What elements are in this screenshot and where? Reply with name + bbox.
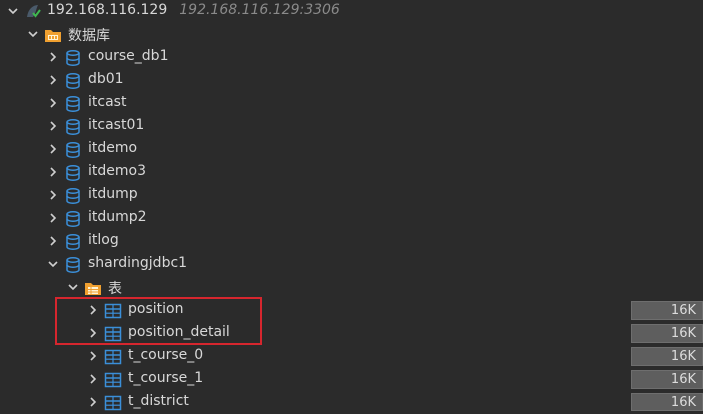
tables-folder-row[interactable]: 表 — [0, 276, 703, 299]
database-item[interactable]: itdemo3 — [0, 161, 703, 184]
table-item[interactable]: t_course_0 16K — [0, 345, 703, 368]
database-name: itcast01 — [88, 117, 145, 133]
database-icon — [64, 210, 82, 228]
table-item[interactable]: t_district 16K — [0, 391, 703, 414]
chevron-right-icon[interactable] — [48, 52, 58, 62]
database-icon — [64, 187, 82, 205]
chevron-right-icon[interactable] — [48, 98, 58, 108]
chevron-down-icon[interactable] — [68, 282, 78, 292]
database-item[interactable]: course_db1 — [0, 46, 703, 69]
table-item[interactable]: t_course_1 16K — [0, 368, 703, 391]
chevron-right-icon[interactable] — [48, 167, 58, 177]
database-name: course_db1 — [88, 48, 169, 64]
database-icon — [64, 49, 82, 67]
table-size: 16K — [631, 393, 703, 411]
chevron-down-icon[interactable] — [48, 259, 58, 269]
table-size: 16K — [631, 301, 703, 320]
table-icon — [104, 302, 122, 320]
database-item[interactable]: itlog — [0, 230, 703, 253]
database-name: itdemo — [88, 140, 138, 156]
database-item[interactable]: itdump2 — [0, 207, 703, 230]
databases-folder-label: 数据库 — [68, 28, 110, 44]
chevron-right-icon[interactable] — [48, 190, 58, 200]
database-icon — [64, 233, 82, 251]
database-name: db01 — [88, 71, 124, 87]
table-name: t_district — [128, 393, 189, 409]
database-item[interactable]: itdump — [0, 184, 703, 207]
server-connected-icon — [24, 3, 42, 21]
database-name: itdemo3 — [88, 163, 146, 179]
table-size: 16K — [631, 370, 703, 389]
connection-name: 192.168.116.129 — [47, 2, 168, 18]
chevron-right-icon[interactable] — [88, 351, 98, 361]
chevron-right-icon[interactable] — [48, 213, 58, 223]
database-icon — [64, 72, 82, 90]
tables-folder-label: 表 — [108, 281, 122, 297]
table-size: 16K — [631, 324, 703, 343]
chevron-right-icon[interactable] — [48, 236, 58, 246]
database-item[interactable]: itdemo — [0, 138, 703, 161]
chevron-right-icon[interactable] — [88, 397, 98, 407]
table-name: t_course_1 — [128, 370, 204, 386]
database-item[interactable]: db01 — [0, 69, 703, 92]
database-icon — [64, 141, 82, 159]
database-icon — [64, 95, 82, 113]
table-icon — [104, 394, 122, 412]
chevron-down-icon[interactable] — [28, 29, 38, 39]
table-icon — [104, 371, 122, 389]
database-name: shardingjdbc1 — [88, 255, 188, 271]
chevron-right-icon[interactable] — [88, 328, 98, 338]
database-icon — [64, 118, 82, 136]
chevron-right-icon[interactable] — [48, 121, 58, 131]
chevron-right-icon[interactable] — [48, 144, 58, 154]
table-folder-icon — [84, 279, 102, 297]
table-name: position_detail — [128, 324, 230, 340]
database-item-expanded[interactable]: shardingjdbc1 — [0, 253, 703, 276]
databases-folder-row[interactable]: 数据库 — [0, 23, 703, 46]
chevron-right-icon[interactable] — [48, 75, 58, 85]
database-item[interactable]: itcast01 — [0, 115, 703, 138]
table-icon — [104, 348, 122, 366]
chevron-right-icon[interactable] — [88, 305, 98, 315]
table-size: 16K — [631, 347, 703, 366]
table-item[interactable]: position_detail 16K — [0, 322, 703, 345]
connection-address: 192.168.116.129:3306 — [179, 2, 340, 18]
chevron-down-icon[interactable] — [8, 6, 18, 16]
database-icon — [64, 256, 82, 274]
table-name: position — [128, 301, 184, 317]
database-item[interactable]: itcast — [0, 92, 703, 115]
chevron-right-icon[interactable] — [88, 374, 98, 384]
database-name: itcast — [88, 94, 127, 110]
database-name: itlog — [88, 232, 119, 248]
connection-row[interactable]: 192.168.116.129 192.168.116.129:3306 — [0, 0, 703, 23]
table-icon — [104, 325, 122, 343]
database-name: itdump — [88, 186, 138, 202]
database-icon — [64, 164, 82, 182]
database-name: itdump2 — [88, 209, 147, 225]
database-folder-icon — [44, 26, 62, 44]
table-item[interactable]: position 16K — [0, 299, 703, 322]
table-name: t_course_0 — [128, 347, 204, 363]
